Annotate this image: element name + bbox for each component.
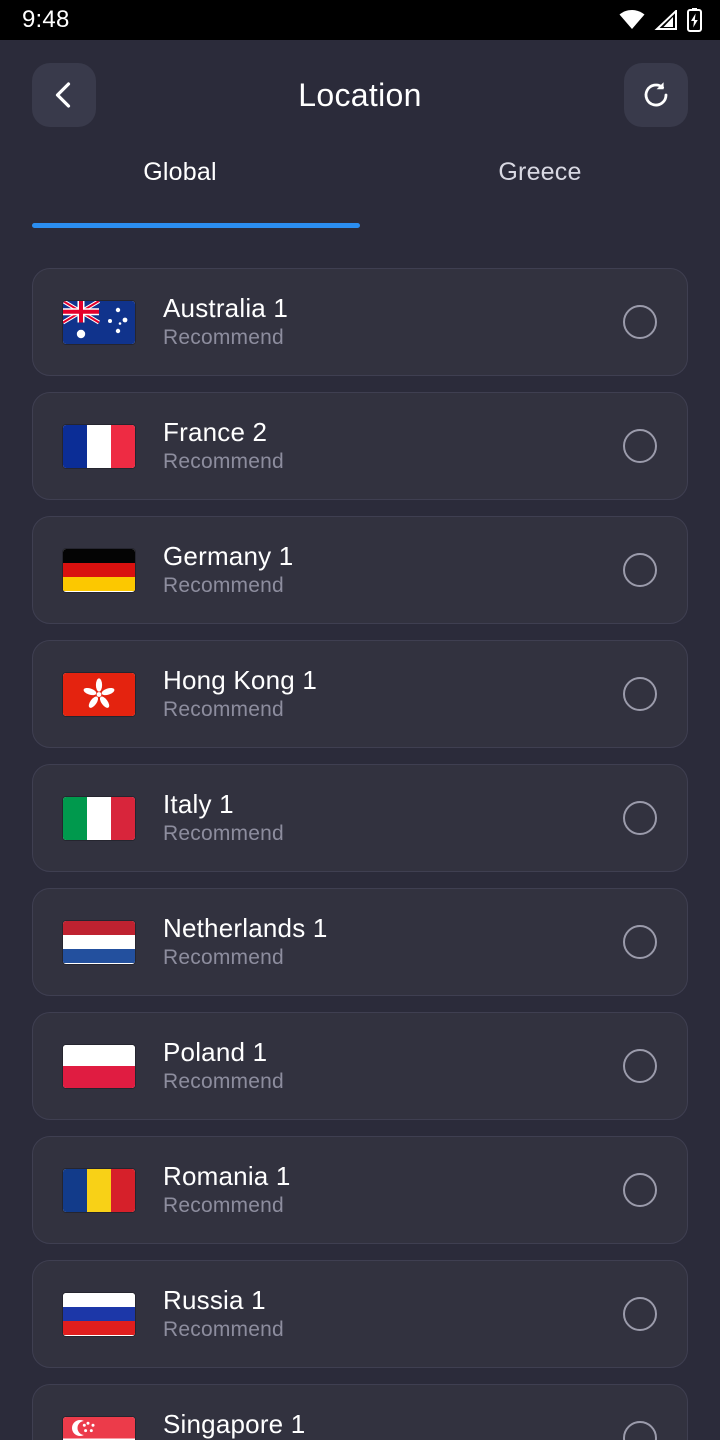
location-subtitle: Recommend: [163, 1318, 284, 1341]
battery-charging-icon: [687, 8, 702, 32]
tab-greece[interactable]: Greece: [360, 150, 720, 228]
table-row[interactable]: Germany 1 Recommend: [32, 516, 688, 624]
select-radio[interactable]: [623, 429, 657, 463]
table-row[interactable]: Italy 1 Recommend: [32, 764, 688, 872]
select-radio[interactable]: [623, 925, 657, 959]
flag-icon: [63, 1416, 135, 1440]
table-row[interactable]: Singapore 1 Recommend: [32, 1384, 688, 1440]
flag-icon: [63, 1168, 135, 1212]
select-radio[interactable]: [623, 305, 657, 339]
row-text-group: Germany 1 Recommend: [163, 540, 293, 600]
flag-icon: [63, 1292, 135, 1336]
table-row[interactable]: Poland 1 Recommend: [32, 1012, 688, 1120]
tab-bar: Global Greece: [0, 150, 720, 228]
app-header: Location: [0, 40, 720, 150]
tab-greece-label: Greece: [498, 158, 582, 186]
row-text-group: Australia 1 Recommend: [163, 292, 288, 352]
location-name: Romania 1: [163, 1161, 291, 1191]
table-row[interactable]: France 2 Recommend: [32, 392, 688, 500]
table-row[interactable]: Netherlands 1 Recommend: [32, 888, 688, 996]
select-radio[interactable]: [623, 677, 657, 711]
chevron-left-icon: [55, 82, 71, 108]
location-name: Singapore 1: [163, 1409, 306, 1439]
location-name: Australia 1: [163, 293, 289, 323]
refresh-icon: [644, 82, 668, 107]
tab-active-indicator: [32, 223, 360, 228]
status-time: 9:48: [22, 6, 70, 33]
select-radio[interactable]: [623, 1421, 657, 1440]
location-name: Russia 1: [163, 1285, 266, 1315]
refresh-button[interactable]: [624, 63, 688, 127]
flag-icon: [63, 424, 135, 468]
flag-icon: [63, 1044, 135, 1088]
table-row[interactable]: Romania 1 Recommend: [32, 1136, 688, 1244]
location-subtitle: Recommend: [163, 1194, 284, 1217]
select-radio[interactable]: [623, 1049, 657, 1083]
location-subtitle: Recommend: [163, 1070, 284, 1093]
row-text-group: Romania 1 Recommend: [163, 1160, 291, 1220]
cellular-signal-icon: [654, 10, 677, 30]
location-subtitle: Recommend: [163, 326, 284, 349]
select-radio[interactable]: [623, 553, 657, 587]
select-radio[interactable]: [623, 1297, 657, 1331]
flag-icon: [63, 300, 135, 344]
flag-icon: [63, 920, 135, 964]
location-subtitle: Recommend: [163, 574, 284, 597]
table-row[interactable]: Hong Kong 1 Recommend: [32, 640, 688, 748]
select-radio[interactable]: [623, 1173, 657, 1207]
status-icon-group: [619, 8, 702, 32]
row-text-group: France 2 Recommend: [163, 416, 284, 476]
location-subtitle: Recommend: [163, 946, 284, 969]
row-text-group: Netherlands 1 Recommend: [163, 912, 327, 972]
wifi-icon: [619, 10, 645, 29]
flag-icon: [63, 548, 135, 592]
row-text-group: Poland 1 Recommend: [163, 1036, 284, 1096]
page-title: Location: [298, 76, 422, 113]
app-screen: 9:48 Location Global Greece Australia 1 …: [0, 0, 720, 1440]
location-name: Hong Kong 1: [163, 665, 317, 695]
location-name: Poland 1: [163, 1037, 268, 1067]
select-radio[interactable]: [623, 801, 657, 835]
location-name: Netherlands 1: [163, 913, 328, 943]
location-subtitle: Recommend: [163, 698, 284, 721]
flag-icon: [63, 672, 135, 716]
tab-global[interactable]: Global: [0, 150, 360, 228]
row-text-group: Singapore 1 Recommend: [163, 1408, 305, 1440]
tab-global-label: Global: [143, 158, 217, 186]
table-row[interactable]: Russia 1 Recommend: [32, 1260, 688, 1368]
flag-icon: [63, 796, 135, 840]
location-name: France 2: [163, 417, 268, 447]
table-row[interactable]: Australia 1 Recommend: [32, 268, 688, 376]
status-bar: 9:48: [0, 0, 720, 40]
row-text-group: Russia 1 Recommend: [163, 1284, 284, 1344]
location-subtitle: Recommend: [163, 822, 284, 845]
location-name: Germany 1: [163, 541, 294, 571]
row-text-group: Italy 1 Recommend: [163, 788, 284, 848]
back-button[interactable]: [32, 63, 96, 127]
location-name: Italy 1: [163, 789, 234, 819]
row-text-group: Hong Kong 1 Recommend: [163, 664, 317, 724]
location-list[interactable]: Australia 1 Recommend France 2 Recommend…: [0, 268, 720, 1440]
location-subtitle: Recommend: [163, 450, 284, 473]
